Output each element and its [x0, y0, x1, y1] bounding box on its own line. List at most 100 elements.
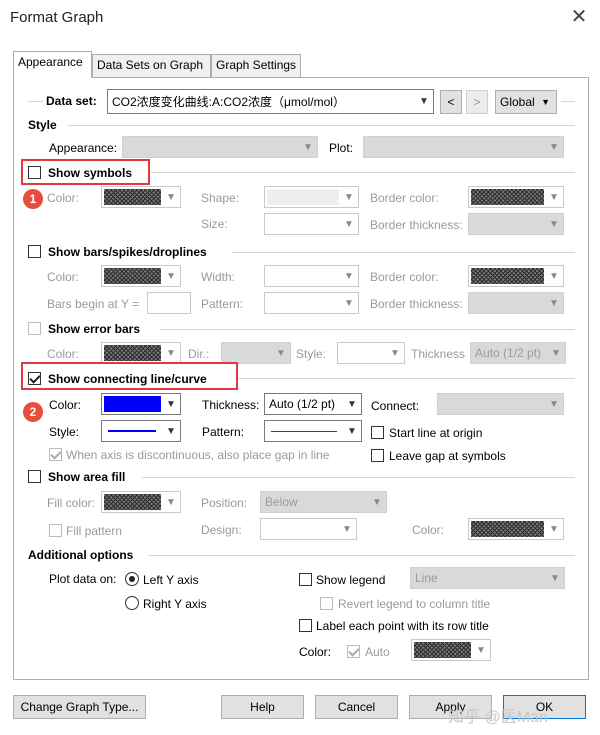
bars-begin-input[interactable]: [147, 292, 191, 314]
line-pattern-label: Pattern:: [202, 425, 245, 439]
bar-color-select[interactable]: ▼: [101, 265, 181, 287]
color-swatch: [471, 268, 544, 284]
symbol-border-color-label: Border color:: [370, 191, 439, 205]
tab-appearance[interactable]: Appearance: [13, 51, 92, 78]
show-bars-checkbox[interactable]: [28, 245, 41, 258]
error-dir-label: Dir.:: [188, 347, 210, 361]
chevron-down-icon: ▼: [549, 297, 559, 309]
color-swatch: [104, 189, 161, 205]
area-color-select[interactable]: ▼: [468, 518, 564, 540]
chevron-down-icon: ▼: [347, 398, 357, 410]
bar-border-color-select[interactable]: ▼: [468, 265, 564, 287]
plot-label: Plot:: [329, 141, 354, 155]
error-style-select[interactable]: ▼: [337, 342, 405, 364]
bar-width-label: Width:: [201, 270, 236, 284]
appearance-select[interactable]: ▼: [122, 136, 318, 158]
chevron-down-icon: ▼: [166, 191, 176, 203]
line-style-preview: [108, 430, 156, 432]
bar-border-thickness-label: Border thickness:: [370, 297, 463, 311]
left-y-axis-label: Left Y axis: [143, 573, 199, 587]
gap-in-line-label: When axis is discontinuous, also place g…: [66, 448, 330, 462]
line-pattern-select[interactable]: ▼: [264, 420, 362, 442]
show-connecting-line-checkbox[interactable]: [28, 372, 41, 385]
right-y-axis-radio[interactable]: [125, 596, 139, 610]
step-badge-1: 1: [23, 189, 43, 209]
tab-graph-settings[interactable]: Graph Settings: [211, 54, 301, 77]
design-select[interactable]: ▼: [260, 518, 357, 540]
help-button[interactable]: Help: [221, 695, 304, 719]
auto-color-checkbox[interactable]: [347, 645, 360, 658]
connect-label: Connect:: [371, 399, 420, 413]
color-swatch: [104, 396, 161, 412]
fill-pattern-label: Fill pattern: [66, 524, 123, 538]
start-line-at-origin-checkbox[interactable]: [371, 426, 384, 439]
symbol-color-select[interactable]: ▼: [101, 186, 181, 208]
plot-select[interactable]: ▼: [363, 136, 564, 158]
appearance-label: Appearance:: [49, 141, 118, 155]
color-swatch: [104, 494, 161, 510]
change-graph-type-button[interactable]: Change Graph Type...: [13, 695, 146, 719]
line-color-select[interactable]: ▼: [101, 393, 181, 415]
scope-label: Global: [500, 95, 535, 109]
connect-select[interactable]: ▼: [437, 393, 564, 415]
tab-data-sets-on-graph[interactable]: Data Sets on Graph: [92, 54, 211, 77]
error-thickness-select[interactable]: Auto (1/2 pt) ▼: [470, 342, 566, 364]
close-icon[interactable]: ✕: [566, 4, 592, 30]
error-color-select[interactable]: ▼: [101, 342, 181, 364]
show-bars-label: Show bars/spikes/droplines: [48, 245, 207, 259]
chevron-down-icon: ▼: [166, 270, 176, 282]
leave-gap-checkbox[interactable]: [371, 449, 384, 462]
show-legend-checkbox[interactable]: [299, 573, 312, 586]
chevron-down-icon: ▼: [419, 96, 429, 107]
chevron-down-icon: ▼: [549, 523, 559, 535]
symbol-border-color-select[interactable]: ▼: [468, 186, 564, 208]
show-error-bars-checkbox[interactable]: [28, 322, 41, 335]
start-line-at-origin-label: Start line at origin: [389, 426, 483, 440]
shape-select[interactable]: ▼: [264, 186, 359, 208]
label-color-select[interactable]: ▼: [411, 639, 491, 661]
chevron-down-icon: ▼: [344, 297, 354, 309]
fill-color-select[interactable]: ▼: [101, 491, 181, 513]
bar-border-color-label: Border color:: [370, 270, 439, 284]
step-badge-2: 2: [23, 402, 43, 422]
symbol-border-thickness-select[interactable]: ▼: [468, 213, 564, 235]
revert-legend-label: Revert legend to column title: [338, 597, 491, 611]
divider: [238, 378, 575, 379]
chevron-down-icon: ▼: [276, 347, 286, 359]
gap-in-line-checkbox[interactable]: [49, 448, 62, 461]
next-dataset-button[interactable]: >: [466, 90, 488, 114]
dataset-select[interactable]: CO2浓度变化曲线:A:CO2浓度（μmol/mol） ▼: [107, 89, 434, 114]
size-select[interactable]: ▼: [264, 213, 359, 235]
show-area-fill-checkbox[interactable]: [28, 470, 41, 483]
chevron-down-icon: ▼: [166, 496, 176, 508]
cancel-button[interactable]: Cancel: [315, 695, 398, 719]
chevron-down-icon: ▼: [372, 496, 382, 508]
position-select[interactable]: Below ▼: [260, 491, 387, 513]
fill-pattern-checkbox[interactable]: [49, 524, 62, 537]
chevron-down-icon: ▼: [344, 270, 354, 282]
error-dir-select[interactable]: ▼: [221, 342, 291, 364]
label-color-label: Color:: [299, 645, 332, 659]
error-thickness-label: Thickness: [411, 347, 466, 361]
chevron-down-icon: ▼: [342, 523, 352, 535]
bar-border-thickness-select[interactable]: ▼: [468, 292, 564, 314]
scope-button[interactable]: Global ▼: [495, 90, 557, 114]
position-label: Position:: [201, 496, 248, 510]
chevron-down-icon: ▼: [549, 191, 559, 203]
show-legend-label: Show legend: [316, 573, 386, 587]
prev-dataset-button[interactable]: <: [440, 90, 462, 114]
bar-width-select[interactable]: ▼: [264, 265, 359, 287]
line-thickness-select[interactable]: Auto (1/2 pt) ▼: [264, 393, 362, 415]
line-pattern-preview: [271, 431, 337, 432]
legend-type-select[interactable]: Line ▼: [410, 567, 565, 589]
bar-pattern-select[interactable]: ▼: [264, 292, 359, 314]
revert-legend-checkbox[interactable]: [320, 597, 333, 610]
line-style-select[interactable]: ▼: [101, 420, 181, 442]
color-swatch: [471, 189, 544, 205]
left-y-axis-radio[interactable]: [125, 572, 139, 586]
color-swatch: [471, 521, 544, 537]
fill-color-label: Fill color:: [47, 496, 96, 510]
show-symbols-checkbox[interactable]: [28, 166, 41, 179]
symbol-border-thickness-label: Border thickness:: [370, 218, 463, 232]
label-each-point-checkbox[interactable]: [299, 619, 312, 632]
